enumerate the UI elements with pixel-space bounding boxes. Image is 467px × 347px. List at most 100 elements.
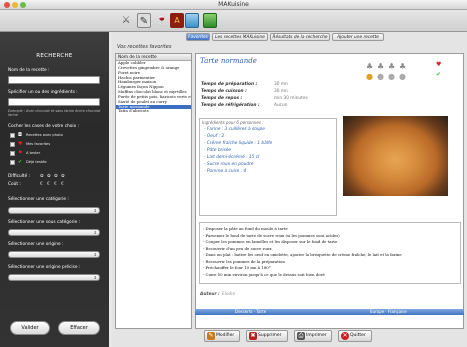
origin-path: Europe · Française [370,309,407,314]
subcategory-label: Sélectionner une sous catégorie : [8,220,81,225]
print-label: Imprimer [306,333,327,338]
category-label: Sélectionner une catégorie : [8,197,69,202]
difficulty-star-4-icon[interactable]: ✿ [61,174,65,179]
recipe-status-bar: Desserts · Tarte Europe · Française [195,309,464,315]
photo-checkbox[interactable] [10,133,15,138]
cook-time-label: Temps de cuisson : [201,89,247,94]
ingredients-box: Ingrédients pour 6 personnes : - Farine … [199,118,337,216]
cost-coin-3-icon[interactable]: € [54,182,57,187]
window-title: MAKuisine [218,1,249,8]
author-label: Auteur : [200,292,220,297]
cook-time-value: 30 mn [274,89,288,94]
step-item: - Recouvrir d'un peu de sucre roux [203,245,272,251]
flag-icon: ⚑ [18,150,23,156]
tested-checkbox-label: Déjà testée [26,160,47,164]
checkmark-icon: ✔ [18,159,23,165]
difficulty-star-3-icon[interactable]: ✿ [54,174,58,179]
main-panel: Favorites Les recettes MAKuisine Résulta… [112,32,467,347]
step-item: - Parsemer le fond de tarte de sucre rou… [203,232,340,238]
cost-coin-b-icon: ● [377,72,384,81]
delete-button[interactable]: ✖ Supprimer [246,330,288,342]
step-item: - Couper les pommes en lamelles et les d… [203,239,338,244]
rest-time-value: min 30 minutes [274,96,308,101]
prep-time-label: Temps de préparation : [201,82,258,87]
cost-coin-d-icon: ● [399,72,406,81]
cost-coin-2-icon[interactable]: € [47,182,50,187]
cost-coin-1-icon[interactable]: € [40,182,43,187]
green-cube-icon[interactable] [203,13,217,28]
ingredient-input[interactable] [8,98,100,106]
steps-box: - Disposer la pâte au fond du moule à ta… [199,222,461,284]
title-bar: MAKuisine [0,0,467,10]
ingredient-hint: Exemple : Avec chocolat et sans farine é… [8,109,101,117]
author-value: Elodie [222,292,236,297]
recipe-list-rows: Apple cobbler Crevettes gingembre & orang… [116,61,191,114]
chevron-down-icon: ⇕ [93,275,97,280]
ingredients-header: Ingrédients pour 6 personnes : [202,120,264,125]
ingredient-item: - Farine : 3 cuillères à soupe [204,127,265,132]
fridge-time-value: Aucun [274,103,288,108]
difficulty-chef-hat-1-icon: ♣ [366,62,374,71]
favorite-checkbox[interactable] [10,142,15,147]
clear-button[interactable]: Effacer [58,321,100,335]
book-icon[interactable]: A [170,13,184,28]
to-test-checkbox[interactable] [10,151,15,156]
utensils-icon[interactable]: ⚔ [119,13,133,28]
modify-label: Modifier [216,333,235,338]
recipe-list-item[interactable]: Tatin d'abricots [116,109,191,114]
prep-time-value: 30 mn [274,82,288,87]
app-window: MAKuisine ⚔ ✎ 🍷 A RECHERCHE Nom de la re… [0,0,467,347]
camera-icon: ◘ [18,132,22,138]
recipe-title: Tarte normande [200,57,257,65]
difficulty-star-2-icon[interactable]: ✿ [47,174,51,179]
tab-search-results[interactable]: Résultats de la recherche [270,33,330,41]
subcategory-select[interactable]: ⇕ [8,229,100,236]
tab-makuisine-recipes[interactable]: Les recettes MAKuisine [212,33,268,41]
difficulty-chef-hat-4-icon: ♣ [399,62,407,71]
favorite-heart-icon[interactable]: ♥ [436,62,441,68]
rest-time-label: Temps de repos : [201,96,243,101]
difficulty-star-1-icon[interactable]: ✿ [40,174,44,179]
section-title: Vos recettes favorites [117,44,172,50]
step-item: - Recouvrir les pommes de la préparation [203,258,285,264]
tab-favorites[interactable]: Favorites [186,33,210,41]
quit-button[interactable]: ✕ Quitter [338,330,372,342]
origin-select[interactable]: ⇕ [8,251,100,258]
print-button[interactable]: ⎙ Imprimer [294,330,332,342]
tested-checkbox[interactable] [10,160,15,165]
edit-list-icon[interactable]: ✎ [137,13,151,28]
quit-icon: ✕ [341,332,349,340]
to-test-checkbox-label: A tester [26,151,41,155]
difficulty-label: Difficulté : [8,174,31,179]
cost-coin-c-icon: ● [388,72,395,81]
recipe-list-header[interactable]: Nom de la recette [116,54,191,61]
recipe-name-label: Nom de la recette : [8,68,50,73]
favorite-checkbox-label: Mes favorites [26,142,51,146]
precise-origin-select[interactable]: ⇕ [8,274,100,281]
tab-add-recipe[interactable]: Ajouter une recette [332,33,384,41]
precise-origin-label: Sélectionner une origine précise : [8,265,81,270]
modify-button[interactable]: ✎ Modifier [204,330,240,342]
toolbar: ⚔ ✎ 🍷 A [0,10,467,32]
fridge-time-label: Temps de réfrigération : [201,103,260,108]
recipe-detail: Tarte normande ♣ ♣ ♣ ♣ ● ● ● ● ♥ ✔ Temps… [195,53,464,329]
chevron-down-icon: ⇕ [93,230,97,235]
validate-button[interactable]: Valider [10,321,50,335]
recipe-list[interactable]: Nom de la recette Apple cobbler Crevettes… [115,53,192,329]
trash-icon: ✖ [249,332,257,340]
search-title: RECHERCHE [36,53,73,59]
difficulty-chef-hat-3-icon: ♣ [388,62,396,71]
ingredient-item: - Pâte brisée [204,148,232,153]
chevron-down-icon: ⇕ [93,252,97,257]
recipe-name-input[interactable] [8,76,100,84]
tested-check-icon[interactable]: ✔ [436,72,441,78]
chevron-down-icon: ⇕ [93,208,97,213]
edit-icon: ✎ [207,332,215,340]
category-select[interactable]: ⇕ [8,207,100,214]
step-item: - Cuire 50 min environ jusqu'à ce que le… [203,271,325,277]
database-cube-icon[interactable] [185,13,199,28]
ingredient-item: - Pomme à cuire : 4 [204,169,247,174]
wine-icon[interactable]: 🍷 [155,13,169,28]
cost-coin-4-icon[interactable]: € [61,182,64,187]
photo-checkbox-label: Recettes avec photo [26,133,63,137]
